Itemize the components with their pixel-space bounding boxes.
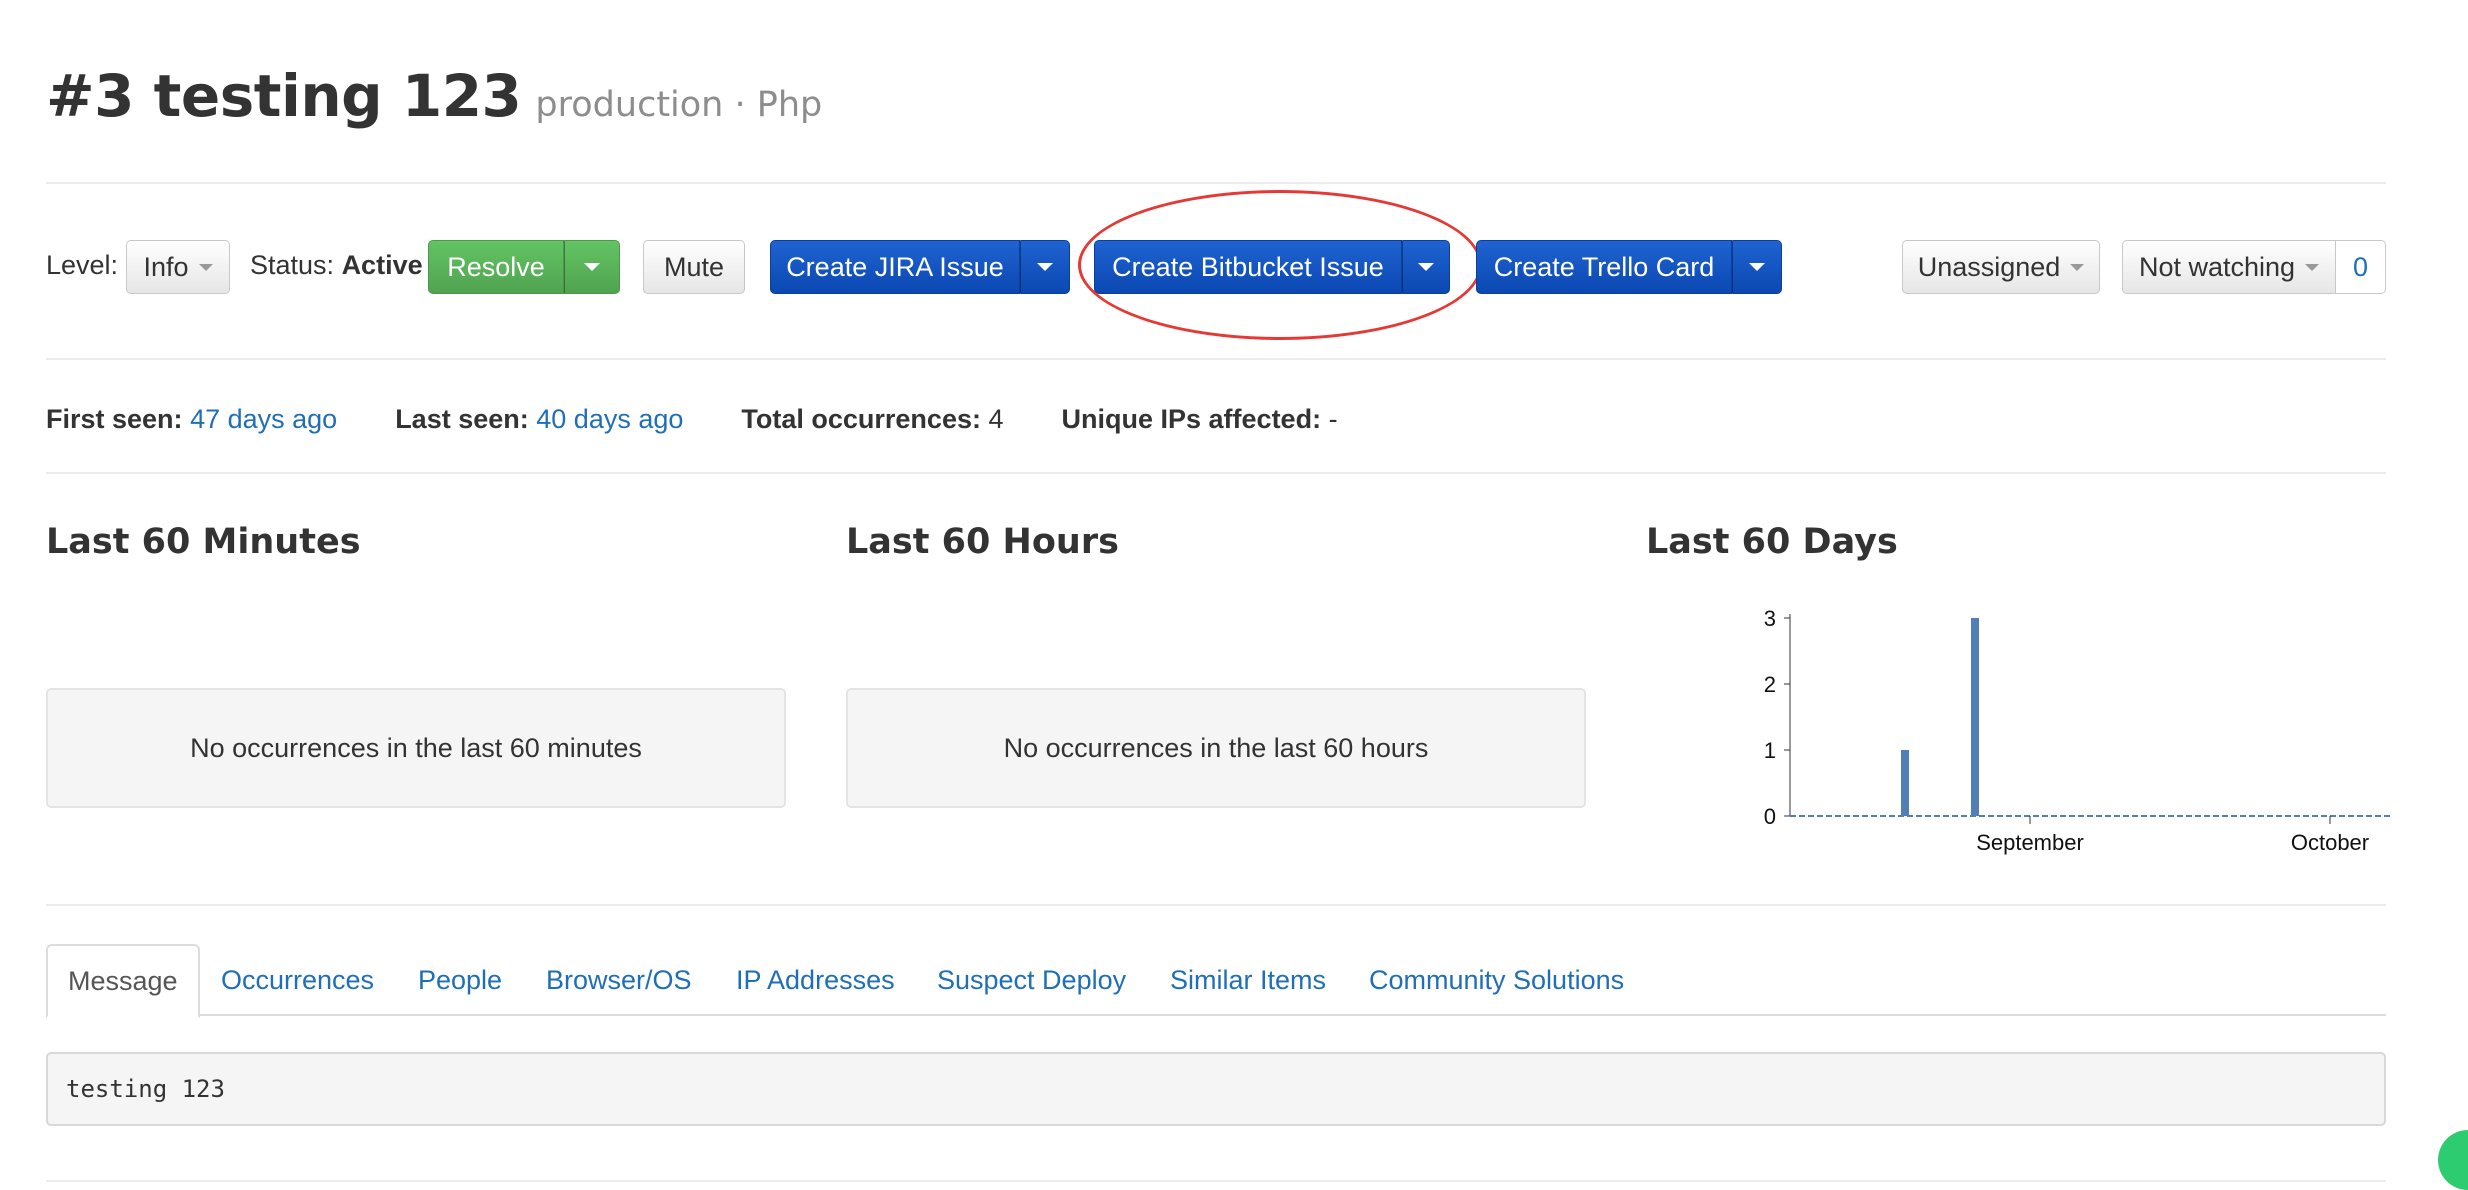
total-occurrences: Total occurrences: 4 bbox=[741, 404, 1003, 435]
toolbar: Level: Info Status: Active Resolve Mute … bbox=[46, 190, 2386, 340]
first-seen: First seen: 47 days ago bbox=[46, 404, 337, 435]
tab-label: People bbox=[418, 964, 503, 995]
page-title: #3 testing 123 bbox=[46, 62, 522, 130]
watch-dropdown[interactable]: Not watching bbox=[2122, 240, 2336, 294]
detail-tabs: Message Occurrences People Browser/OS IP… bbox=[46, 944, 2386, 1018]
page-subtitle: production · Php bbox=[535, 85, 823, 125]
item-detail-page: #3 testing 123 production · Php Level: I… bbox=[46, 0, 2390, 1190]
chevron-down-icon bbox=[198, 263, 213, 271]
status-value: Active bbox=[341, 250, 423, 280]
divider bbox=[46, 358, 2386, 360]
tab-label: Community Solutions bbox=[1369, 964, 1625, 995]
message-box: testing 123 bbox=[46, 1052, 2386, 1126]
unique-ips-label: Unique IPs affected: bbox=[1061, 404, 1322, 434]
page-title-row: #3 testing 123 production · Php bbox=[46, 62, 822, 130]
tab-label: Suspect Deploy bbox=[937, 964, 1127, 995]
tab-label: Similar Items bbox=[1170, 964, 1327, 995]
hours-empty-state: No occurrences in the last 60 hours bbox=[846, 688, 1586, 808]
create-jira-issue-button[interactable]: Create JIRA Issue bbox=[770, 240, 1020, 294]
tab-occurrences[interactable]: Occurrences bbox=[221, 944, 374, 1016]
divider bbox=[46, 904, 2386, 906]
mute-label: Mute bbox=[663, 251, 725, 282]
total-occurrences-value: 4 bbox=[988, 404, 1004, 434]
level-label: Level: bbox=[46, 250, 119, 280]
chat-widget-button[interactable] bbox=[2438, 1130, 2468, 1190]
jira-label: Create JIRA Issue bbox=[786, 251, 1004, 282]
trello-label: Create Trello Card bbox=[1493, 251, 1715, 282]
last-60-minutes-title: Last 60 Minutes bbox=[46, 522, 361, 562]
x-tick-label: September bbox=[1976, 830, 2084, 855]
y-tick-label: 1 bbox=[1764, 738, 1776, 763]
occurrence-meta: First seen: 47 days ago Last seen: 40 da… bbox=[46, 404, 1396, 435]
status-text: Status: Active bbox=[250, 250, 423, 281]
first-seen-label: First seen: bbox=[46, 404, 183, 434]
y-tick-label: 3 bbox=[1764, 606, 1776, 631]
divider bbox=[46, 182, 2386, 184]
assignee-value: Unassigned bbox=[1917, 251, 2061, 282]
watchers-count-value: 0 bbox=[2352, 251, 2369, 282]
level-value: Info bbox=[143, 251, 189, 282]
days-chart-svg: 0 1 2 3 September October bbox=[1764, 606, 2390, 855]
last-seen-label: Last seen: bbox=[395, 404, 529, 434]
caret-down-icon bbox=[1749, 263, 1765, 271]
tab-label: IP Addresses bbox=[736, 964, 895, 995]
watch-value: Not watching bbox=[2138, 251, 2296, 282]
last-seen: Last seen: 40 days ago bbox=[395, 404, 683, 435]
trello-menu-button[interactable] bbox=[1732, 240, 1782, 294]
last-seen-link[interactable]: 40 days ago bbox=[536, 404, 683, 434]
unique-ips-value: - bbox=[1328, 404, 1338, 434]
y-tick-label: 0 bbox=[1764, 804, 1776, 829]
last-60-hours-title: Last 60 Hours bbox=[846, 522, 1119, 562]
level-dropdown[interactable]: Info bbox=[126, 240, 230, 294]
tab-message[interactable]: Message bbox=[46, 944, 200, 1018]
caret-down-icon bbox=[1037, 263, 1053, 271]
tab-label: Browser/OS bbox=[546, 964, 692, 995]
x-tick-label: October bbox=[2291, 830, 2369, 855]
tab-community-solutions[interactable]: Community Solutions bbox=[1369, 944, 1624, 1016]
assignee-dropdown[interactable]: Unassigned bbox=[1902, 240, 2100, 294]
hours-empty-text: No occurrences in the last 60 hours bbox=[1003, 732, 1429, 763]
create-trello-card-button[interactable]: Create Trello Card bbox=[1476, 240, 1732, 294]
resolve-button[interactable]: Resolve bbox=[428, 240, 564, 294]
last-60-days-chart: 0 1 2 3 September October bbox=[1684, 590, 2404, 870]
tab-browser-os[interactable]: Browser/OS bbox=[546, 944, 692, 1016]
resolve-menu-button[interactable] bbox=[564, 240, 620, 294]
divider bbox=[46, 472, 2386, 474]
tab-ip-addresses[interactable]: IP Addresses bbox=[736, 944, 895, 1016]
minutes-empty-text: No occurrences in the last 60 minutes bbox=[190, 732, 642, 763]
message-text: testing 123 bbox=[66, 1075, 225, 1103]
unique-ips: Unique IPs affected: - bbox=[1062, 404, 1338, 435]
tab-similar-items[interactable]: Similar Items bbox=[1170, 944, 1326, 1016]
tab-label: Occurrences bbox=[221, 964, 375, 995]
caret-down-icon bbox=[584, 263, 600, 271]
jira-menu-button[interactable] bbox=[1020, 240, 1070, 294]
chart-bar bbox=[1901, 750, 1909, 816]
status-label: Status: bbox=[250, 250, 335, 280]
total-occurrences-label: Total occurrences: bbox=[741, 404, 981, 434]
y-tick-label: 2 bbox=[1764, 672, 1776, 697]
first-seen-link[interactable]: 47 days ago bbox=[190, 404, 337, 434]
watchers-count[interactable]: 0 bbox=[2336, 240, 2386, 294]
minutes-empty-state: No occurrences in the last 60 minutes bbox=[46, 688, 786, 808]
tab-people[interactable]: People bbox=[418, 944, 502, 1016]
resolve-label: Resolve bbox=[447, 251, 545, 282]
tab-suspect-deploy[interactable]: Suspect Deploy bbox=[937, 944, 1126, 1016]
last-60-days-title: Last 60 Days bbox=[1646, 522, 1898, 562]
chevron-down-icon bbox=[2070, 263, 2085, 271]
chart-bar bbox=[1971, 618, 1979, 816]
mute-button[interactable]: Mute bbox=[643, 240, 745, 294]
red-highlight-circle bbox=[1078, 190, 1482, 340]
divider bbox=[46, 1180, 2386, 1182]
chevron-down-icon bbox=[2305, 263, 2320, 271]
tab-label: Message bbox=[68, 965, 178, 996]
